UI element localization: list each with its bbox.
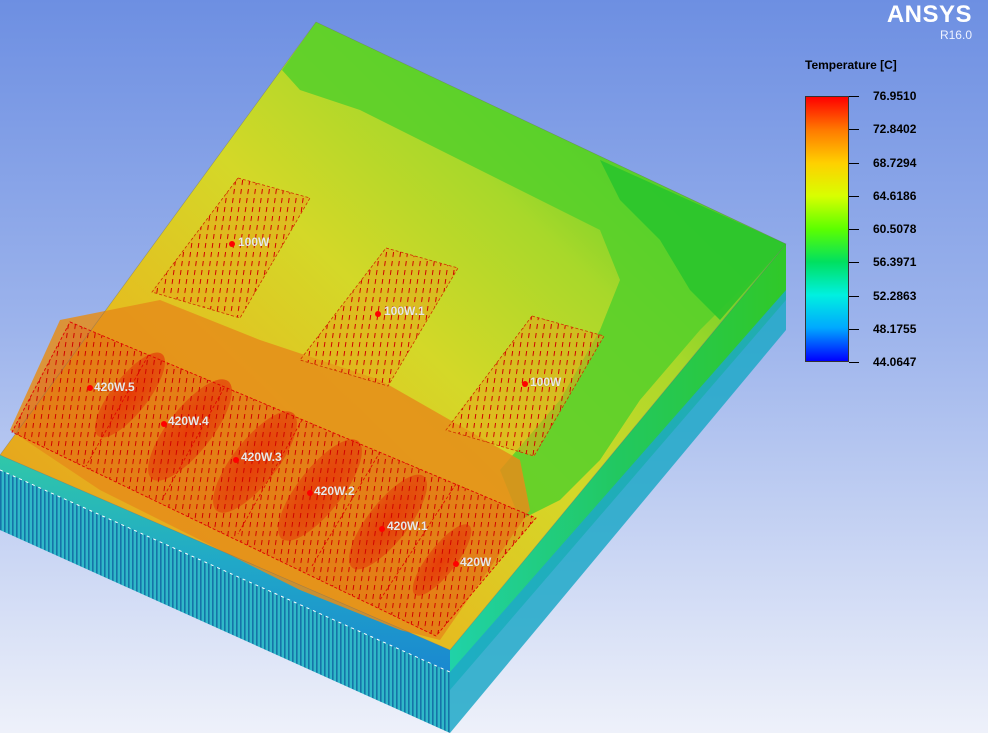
legend-value-label: 76.9510 (873, 89, 917, 103)
heat-source-marker (307, 490, 313, 496)
heat-source-label: 420W.2 (314, 484, 355, 498)
legend-tick (849, 162, 859, 164)
legend-value-label: 44.0647 (873, 355, 917, 369)
legend-tick (849, 129, 859, 131)
heat-source-label: 420W.5 (94, 380, 135, 394)
legend-tick (849, 328, 859, 330)
legend-tick (849, 96, 859, 97)
legend-tick (849, 262, 859, 264)
temperature-legend[interactable]: Temperature [C] 76.9510 72.8402 68.7294 64.… (805, 58, 975, 378)
legend-title: Temperature [C] (805, 58, 897, 72)
legend-value-label: 52.2863 (873, 288, 917, 303)
heat-source-marker (522, 381, 528, 387)
heat-source-marker (229, 241, 235, 247)
heat-source-label: 100W (238, 235, 270, 249)
legend-tick (849, 362, 859, 363)
legend-value-label: 48.1755 (873, 321, 917, 336)
heat-source-label: 100W (530, 375, 562, 389)
legend-value-label: 68.7294 (873, 155, 917, 170)
legend-tick (849, 195, 859, 197)
ansys-logo: ANSYS R16.0 (886, 1, 972, 43)
legend-value-label: 72.8402 (873, 122, 917, 137)
heat-source-label: 420W.4 (168, 414, 209, 428)
heat-source-label: 420W.1 (387, 519, 428, 533)
legend-tick (849, 229, 859, 230)
brand-version: R16.0 (939, 28, 972, 42)
legend-color-bar (805, 96, 849, 362)
legend-value-label: 60.5078 (873, 222, 917, 236)
legend-tick (849, 295, 859, 297)
heat-source-marker (379, 526, 385, 532)
heat-source-marker (453, 561, 459, 567)
legend-value-label: 56.3971 (873, 255, 917, 270)
heat-source-marker (233, 457, 239, 463)
heat-source-marker (161, 421, 167, 427)
heat-source-label: 420W (460, 555, 492, 569)
legend-value-label: 64.6186 (873, 188, 917, 203)
brand-name: ANSYS (886, 1, 972, 28)
heat-source-label: 420W.3 (241, 450, 282, 464)
heat-source-marker (375, 311, 381, 317)
heat-source-label: 100W.1 (384, 304, 425, 318)
heat-source-marker (87, 385, 93, 391)
